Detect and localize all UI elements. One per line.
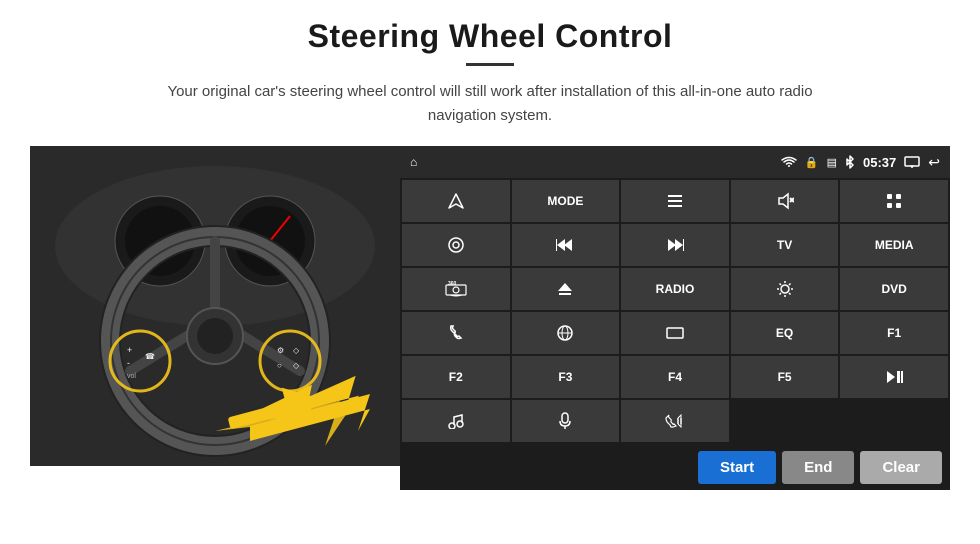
wifi-icon (781, 156, 797, 168)
bluetooth-icon (845, 155, 855, 169)
svg-text:◇: ◇ (293, 361, 300, 370)
cam360-button[interactable]: 360 (402, 268, 510, 310)
status-time: 05:37 (863, 155, 896, 170)
page-subtitle: Your original car's steering wheel contr… (140, 80, 840, 128)
back-icon[interactable]: ↩ (928, 154, 940, 171)
action-bar: Start End Clear (400, 444, 950, 490)
clear-button[interactable]: Clear (860, 451, 942, 484)
page-container: Steering Wheel Control Your original car… (0, 0, 980, 544)
next-button[interactable] (621, 224, 729, 266)
mute-button[interactable] (731, 180, 839, 222)
call-button[interactable] (621, 400, 729, 442)
list-button[interactable] (621, 180, 729, 222)
svg-text:+: + (127, 345, 132, 355)
music-button[interactable] (402, 400, 510, 442)
play-pause-button[interactable] (840, 356, 948, 398)
svg-text:-: - (127, 358, 130, 368)
home-icon[interactable]: ⌂ (410, 155, 417, 169)
control-panel: ⌂ 🔒 ▤ 05:37 (400, 146, 950, 490)
svg-text:○: ○ (277, 361, 282, 370)
settings-button[interactable] (402, 224, 510, 266)
button-grid: MODE (400, 178, 950, 444)
nav-button[interactable] (402, 180, 510, 222)
eject-button[interactable] (512, 268, 620, 310)
svg-text:◇: ◇ (293, 346, 300, 355)
status-bar: ⌂ 🔒 ▤ 05:37 (400, 146, 950, 178)
screen-icon (904, 156, 920, 168)
phone-button[interactable] (402, 312, 510, 354)
globe-button[interactable] (512, 312, 620, 354)
apps-button[interactable] (840, 180, 948, 222)
status-left: ⌂ (410, 155, 417, 169)
prev-button[interactable] (512, 224, 620, 266)
dvd-button[interactable]: DVD (840, 268, 948, 310)
svg-text:⚙: ⚙ (277, 346, 284, 355)
f2-button[interactable]: F2 (402, 356, 510, 398)
f4-button[interactable]: F4 (621, 356, 729, 398)
title-divider (466, 63, 514, 66)
content-row: + - ☎ vol ⚙ ◇ ○ ◇ (30, 146, 950, 490)
media-button[interactable]: MEDIA (840, 224, 948, 266)
svg-text:☎: ☎ (145, 352, 155, 361)
eq-button[interactable]: EQ (731, 312, 839, 354)
sim-icon: ▤ (827, 156, 837, 169)
mode-button[interactable]: MODE (512, 180, 620, 222)
svg-text:vol: vol (127, 373, 136, 380)
radio-button[interactable]: RADIO (621, 268, 729, 310)
rectangle-button[interactable] (621, 312, 729, 354)
f1-button[interactable]: F1 (840, 312, 948, 354)
end-button[interactable]: End (782, 451, 854, 484)
f5-button[interactable]: F5 (731, 356, 839, 398)
steering-wheel-image: + - ☎ vol ⚙ ◇ ○ ◇ (30, 146, 400, 466)
f3-button[interactable]: F3 (512, 356, 620, 398)
lock-icon: 🔒 (805, 156, 819, 169)
tv-button[interactable]: TV (731, 224, 839, 266)
mic-button[interactable] (512, 400, 620, 442)
status-right: 🔒 ▤ 05:37 ↩ (781, 154, 940, 171)
svg-text:360: 360 (448, 281, 457, 287)
page-title: Steering Wheel Control (308, 18, 673, 55)
brightness-button[interactable] (731, 268, 839, 310)
start-button[interactable]: Start (698, 451, 776, 484)
